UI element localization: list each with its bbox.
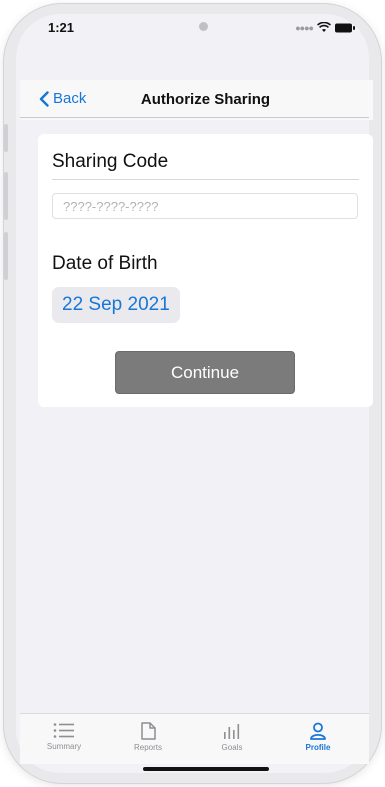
bar-chart-icon (224, 724, 240, 739)
wifi-icon (317, 22, 331, 32)
camera-dot (199, 22, 208, 31)
tab-label: Summary (46, 742, 82, 751)
battery-icon (335, 23, 355, 32)
signal-icon: ●●●● (295, 22, 314, 33)
dob-picker[interactable]: 22 Sep 2021 (52, 287, 180, 323)
list-icon (53, 723, 74, 738)
mute-switch (4, 124, 8, 152)
tab-label: Goals (221, 743, 243, 752)
status-indicators: ●●●● (295, 22, 355, 33)
person-icon (310, 722, 326, 740)
status-time: 1:21 (48, 20, 75, 35)
tab-goals[interactable]: Goals (202, 722, 262, 752)
tab-bar: Summary Reports Goals Profile (20, 713, 369, 764)
sharing-code-input[interactable] (52, 193, 358, 219)
tab-label: Reports (133, 743, 162, 752)
dob-label: Date of Birth (52, 253, 158, 274)
tab-reports[interactable]: Reports (118, 722, 178, 752)
tab-profile[interactable]: Profile (288, 722, 348, 752)
page-title: Authorize Sharing (140, 91, 271, 108)
sharing-code-underline (52, 179, 359, 180)
home-indicator (143, 767, 269, 771)
tab-label: Profile (305, 743, 331, 752)
nav-divider (20, 117, 369, 118)
authorize-form-card: Sharing Code Date of Birth 22 Sep 2021 C… (38, 134, 373, 407)
document-icon (141, 722, 156, 740)
volume-up-button (4, 172, 8, 220)
tab-summary[interactable]: Summary (34, 722, 94, 751)
navigation-bar: Back Authorize Sharing (20, 80, 373, 120)
volume-down-button (4, 232, 8, 280)
continue-button[interactable]: Continue (115, 351, 295, 394)
sharing-code-label: Sharing Code (52, 151, 169, 172)
